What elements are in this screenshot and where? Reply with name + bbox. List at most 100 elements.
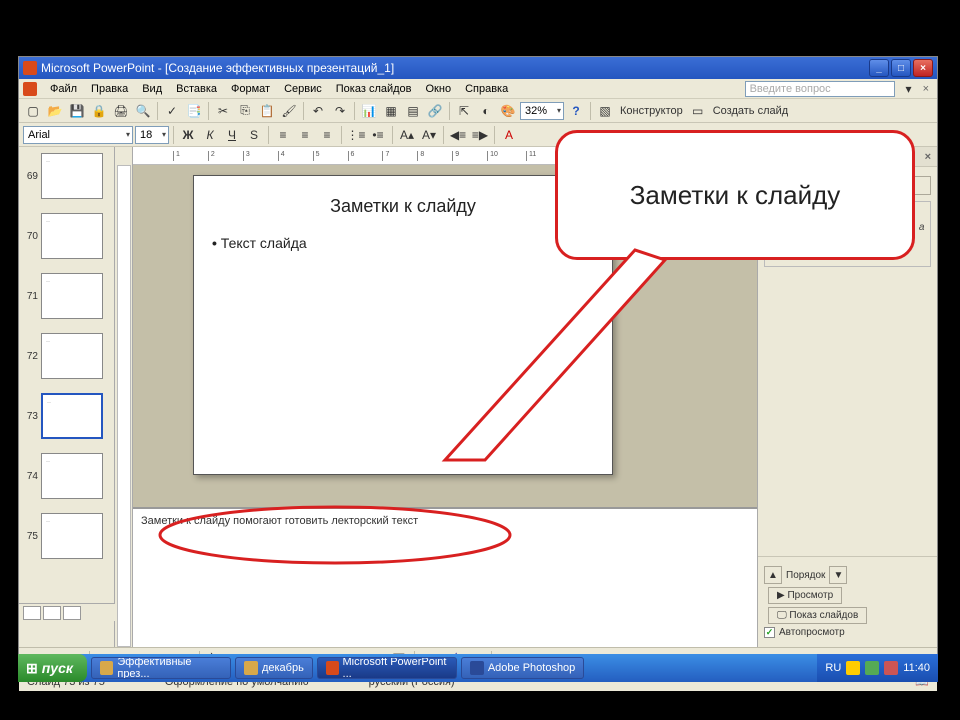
system-tray[interactable]: RU 11:40 bbox=[817, 654, 938, 682]
slide-thumb[interactable]: 70— bbox=[25, 213, 108, 259]
new-icon[interactable]: ▢ bbox=[23, 101, 43, 121]
document-icon[interactable] bbox=[23, 82, 37, 96]
taskbar-item[interactable]: Эффективные през... bbox=[91, 657, 231, 679]
grayscale-icon[interactable]: ◐ bbox=[476, 101, 496, 121]
copy-icon[interactable]: ⎘ bbox=[235, 101, 255, 121]
vertical-ruler bbox=[115, 147, 133, 647]
tables-borders-icon[interactable]: ▤ bbox=[403, 101, 423, 121]
preview-button[interactable]: ▶ Просмотр bbox=[768, 587, 842, 604]
close-button[interactable]: × bbox=[913, 59, 933, 77]
annotation-callout: Заметки к слайду bbox=[555, 130, 915, 300]
menu-edit[interactable]: Правка bbox=[84, 81, 135, 97]
photoshop-icon bbox=[470, 661, 484, 675]
open-icon[interactable]: 📂 bbox=[45, 101, 65, 121]
slide-thumb[interactable]: 72— bbox=[25, 333, 108, 379]
tray-icon[interactable] bbox=[846, 661, 860, 675]
taskbar-item-active[interactable]: Microsoft PowerPoint ... bbox=[317, 657, 457, 679]
taskbar-item[interactable]: декабрь bbox=[235, 657, 313, 679]
redo-icon[interactable]: ↷ bbox=[330, 101, 350, 121]
move-up-icon[interactable]: ▲ bbox=[764, 566, 782, 584]
print-icon[interactable]: 🖨 bbox=[111, 101, 131, 121]
align-center-icon[interactable]: ≡ bbox=[295, 125, 315, 145]
slide-thumb[interactable]: 75— bbox=[25, 513, 108, 559]
decrease-font-icon[interactable]: A▾ bbox=[419, 125, 439, 145]
slide-bullet[interactable]: Текст слайда bbox=[212, 235, 594, 251]
zoom-select[interactable]: 32% bbox=[520, 102, 564, 120]
preview-icon[interactable]: 🔍 bbox=[133, 101, 153, 121]
table-icon[interactable]: ▦ bbox=[381, 101, 401, 121]
menu-file[interactable]: Файл bbox=[43, 81, 84, 97]
permission-icon[interactable]: 🔒 bbox=[89, 101, 109, 121]
slide-thumbnail-panel[interactable]: 69— 70— 71— 72— 73— 74— 75— bbox=[19, 147, 115, 647]
color-icon[interactable]: 🎨 bbox=[498, 101, 518, 121]
fontsize-select[interactable]: 18 bbox=[135, 126, 169, 144]
numbering-icon[interactable]: ⋮≡ bbox=[346, 125, 366, 145]
powerpoint-icon bbox=[23, 61, 37, 75]
create-slide-button[interactable]: Создать слайд bbox=[710, 105, 791, 117]
start-button[interactable]: пуск bbox=[18, 654, 87, 682]
bullets-icon[interactable]: •≡ bbox=[368, 125, 388, 145]
expand-icon[interactable]: ⇱ bbox=[454, 101, 474, 121]
menu-insert[interactable]: Вставка bbox=[169, 81, 224, 97]
slide-thumb[interactable]: 71— bbox=[25, 273, 108, 319]
help-icon[interactable]: ? bbox=[566, 101, 586, 121]
font-color-icon[interactable]: A bbox=[499, 125, 519, 145]
shadow-icon[interactable]: S bbox=[244, 125, 264, 145]
align-right-icon[interactable]: ≡ bbox=[317, 125, 337, 145]
slideshow-button[interactable]: 🖵 Показ слайдов bbox=[768, 607, 867, 624]
menu-slideshow[interactable]: Показ слайдов bbox=[329, 81, 419, 97]
mdi-close-button[interactable]: × bbox=[919, 83, 933, 95]
undo-icon[interactable]: ↶ bbox=[308, 101, 328, 121]
align-left-icon[interactable]: ≡ bbox=[273, 125, 293, 145]
notes-text[interactable]: Заметки к слайду помогают готовить лекто… bbox=[141, 515, 418, 527]
minimize-button[interactable]: _ bbox=[869, 59, 889, 77]
slide-title[interactable]: Заметки к слайду bbox=[212, 196, 594, 217]
standard-toolbar: ▢ 📂 💾 🔒 🖨 🔍 ✓ 📑 ✂ ⎘ 📋 🖌 ↶ ↷ 📊 ▦ ▤ 🔗 ⇱ ◐ … bbox=[19, 99, 937, 123]
powerpoint-icon bbox=[326, 661, 339, 675]
tray-icon[interactable] bbox=[884, 661, 898, 675]
slideshow-view-icon[interactable] bbox=[63, 606, 81, 620]
cut-icon[interactable]: ✂ bbox=[213, 101, 233, 121]
autopreview-checkbox[interactable]: ✓ bbox=[764, 627, 775, 638]
slide-thumb[interactable]: 74— bbox=[25, 453, 108, 499]
taskpane-close-icon[interactable]: × bbox=[925, 151, 931, 163]
new-slide-icon[interactable]: ▭ bbox=[688, 101, 708, 121]
bold-icon[interactable]: Ж bbox=[178, 125, 198, 145]
underline-icon[interactable]: Ч bbox=[222, 125, 242, 145]
increase-indent-icon[interactable]: ≡▶ bbox=[470, 125, 490, 145]
decrease-indent-icon[interactable]: ◀≡ bbox=[448, 125, 468, 145]
language-indicator[interactable]: RU bbox=[825, 662, 841, 674]
help-question-input[interactable]: Введите вопрос bbox=[745, 81, 895, 97]
font-select[interactable]: Arial bbox=[23, 126, 133, 144]
menu-window[interactable]: Окно bbox=[419, 81, 459, 97]
clock[interactable]: 11:40 bbox=[903, 662, 930, 674]
konstruktor-button[interactable]: Конструктор bbox=[617, 105, 686, 117]
menu-view[interactable]: Вид bbox=[135, 81, 169, 97]
hyperlink-icon[interactable]: 🔗 bbox=[425, 101, 445, 121]
move-down-icon[interactable]: ▼ bbox=[829, 566, 847, 584]
notes-pane[interactable]: Заметки к слайду помогают готовить лекто… bbox=[133, 507, 757, 647]
menubar: Файл Правка Вид Вставка Формат Сервис По… bbox=[19, 79, 937, 99]
increase-font-icon[interactable]: A▴ bbox=[397, 125, 417, 145]
italic-icon[interactable]: К bbox=[200, 125, 220, 145]
normal-view-icon[interactable] bbox=[23, 606, 41, 620]
paste-icon[interactable]: 📋 bbox=[257, 101, 277, 121]
save-icon[interactable]: 💾 bbox=[67, 101, 87, 121]
titlebar-text: Microsoft PowerPoint - [Создание эффекти… bbox=[41, 61, 869, 75]
sorter-view-icon[interactable] bbox=[43, 606, 61, 620]
design-icon[interactable]: ▧ bbox=[595, 101, 615, 121]
research-icon[interactable]: 📑 bbox=[184, 101, 204, 121]
slide-canvas[interactable]: Заметки к слайду Текст слайда bbox=[193, 175, 613, 475]
format-painter-icon[interactable]: 🖌 bbox=[279, 101, 299, 121]
menu-format[interactable]: Формат bbox=[224, 81, 277, 97]
menu-tools[interactable]: Сервис bbox=[277, 81, 329, 97]
tray-icon[interactable] bbox=[865, 661, 879, 675]
spell-icon[interactable]: ✓ bbox=[162, 101, 182, 121]
dropdown-icon[interactable]: ▾ bbox=[899, 79, 919, 99]
maximize-button[interactable]: □ bbox=[891, 59, 911, 77]
menu-help[interactable]: Справка bbox=[458, 81, 515, 97]
slide-thumb[interactable]: 69— bbox=[25, 153, 108, 199]
taskbar-item[interactable]: Adobe Photoshop bbox=[461, 657, 584, 679]
slide-thumb-selected[interactable]: 73— bbox=[25, 393, 108, 439]
chart-icon[interactable]: 📊 bbox=[359, 101, 379, 121]
